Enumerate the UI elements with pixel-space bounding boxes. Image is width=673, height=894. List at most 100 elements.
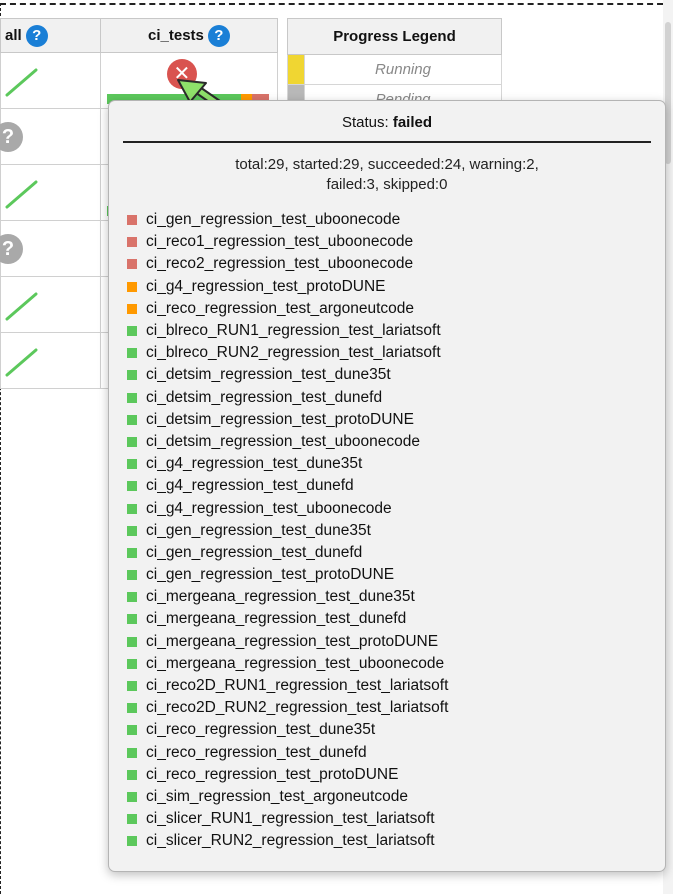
status-square-icon — [127, 836, 137, 847]
test-name: ci_reco1_regression_test_uboonecode — [146, 233, 414, 251]
cell-all[interactable] — [0, 332, 101, 389]
cell-all[interactable]: ? — [0, 220, 101, 277]
cell-all[interactable] — [0, 164, 101, 221]
test-name: ci_gen_regression_test_dunefd — [146, 543, 363, 561]
test-name: ci_reco2D_RUN1_regression_test_lariatsof… — [146, 677, 449, 695]
test-list-item: ci_mergeana_regression_test_uboonecode — [127, 653, 665, 675]
status-square-icon — [127, 547, 137, 558]
test-name: ci_reco_regression_test_dunefd — [146, 743, 367, 761]
test-name: ci_blreco_RUN1_regression_test_lariatsof… — [146, 322, 441, 340]
test-name: ci_reco2_regression_test_uboonecode — [146, 255, 414, 273]
status-square-icon — [127, 658, 137, 669]
legend-row: Running — [287, 54, 502, 85]
check-icon — [5, 68, 38, 97]
test-list-item: ci_gen_regression_test_protoDUNE — [127, 564, 665, 586]
test-name: ci_detsim_regression_test_protoDUNE — [146, 410, 414, 428]
status-square-icon — [127, 215, 137, 226]
status-square-icon — [127, 614, 137, 625]
test-name: ci_mergeana_regression_test_uboonecode — [146, 654, 445, 672]
test-list-item: ci_mergeana_regression_test_protoDUNE — [127, 631, 665, 653]
test-list-item: ci_g4_regression_test_dunefd — [127, 475, 665, 497]
tooltip-summary: total:29, started:29, succeeded:24, warn… — [109, 155, 665, 195]
test-name: ci_gen_regression_test_protoDUNE — [146, 566, 395, 584]
test-name: ci_sim_regression_test_argoneutcode — [146, 787, 408, 805]
check-icon — [5, 348, 38, 377]
test-name: ci_reco_regression_test_argoneutcode — [146, 299, 414, 317]
page-dashed-border-top — [0, 3, 673, 5]
test-name: ci_g4_regression_test_protoDUNE — [146, 277, 386, 295]
test-list-item: ci_mergeana_regression_test_dunefd — [127, 608, 665, 630]
status-square-icon — [127, 281, 137, 292]
column-label-ci-tests: ci_tests — [148, 27, 204, 44]
test-list-item: ci_g4_regression_test_dune35t — [127, 453, 665, 475]
status-square-icon — [127, 436, 137, 447]
column-header-ci-tests[interactable]: ci_tests ? — [99, 18, 279, 53]
test-name: ci_detsim_regression_test_uboonecode — [146, 432, 421, 450]
status-square-icon — [127, 570, 137, 581]
status-square-icon — [127, 370, 137, 381]
test-list-item: ci_slicer_RUN2_regression_test_lariatsof… — [127, 830, 665, 852]
test-list-item: ci_detsim_regression_test_uboonecode — [127, 431, 665, 453]
status-square-icon — [127, 481, 137, 492]
test-list-item: ci_g4_regression_test_protoDUNE — [127, 276, 665, 298]
test-name: ci_blreco_RUN2_regression_test_lariatsof… — [146, 344, 441, 362]
test-name: ci_slicer_RUN2_regression_test_lariatsof… — [146, 832, 435, 850]
status-square-icon — [127, 791, 137, 802]
test-list-item: ci_gen_regression_test_dunefd — [127, 542, 665, 564]
test-list-item: ci_g4_regression_test_uboonecode — [127, 497, 665, 519]
test-list-item: ci_reco_regression_test_argoneutcode — [127, 298, 665, 320]
test-name: ci_gen_regression_test_dune35t — [146, 521, 371, 539]
column-header-all[interactable]: all ? — [0, 18, 101, 53]
test-name: ci_slicer_RUN1_regression_test_lariatsof… — [146, 810, 435, 828]
test-list-item: ci_reco_regression_test_protoDUNE — [127, 764, 665, 786]
status-tooltip: Status: failed total:29, started:29, suc… — [108, 100, 666, 872]
tooltip-title: Status: failed — [109, 114, 665, 131]
status-square-icon — [127, 769, 137, 780]
help-icon[interactable]: ? — [207, 24, 230, 47]
test-list: ci_gen_regression_test_uboonecode ci_reco… — [127, 209, 665, 852]
help-icon[interactable]: ? — [25, 24, 48, 47]
status-square-icon — [127, 814, 137, 825]
check-icon — [5, 180, 38, 209]
test-list-item: ci_detsim_regression_test_protoDUNE — [127, 409, 665, 431]
summary-line-1: total:29, started:29, succeeded:24, warn… — [235, 156, 539, 173]
status-square-icon — [127, 703, 137, 714]
test-list-item: ci_blreco_RUN1_regression_test_lariatsof… — [127, 320, 665, 342]
legend-label: Running — [304, 54, 502, 85]
cell-all[interactable]: ? — [0, 108, 101, 165]
test-list-item: ci_detsim_regression_test_dune35t — [127, 364, 665, 386]
test-list-item: ci_mergeana_regression_test_dune35t — [127, 586, 665, 608]
status-value: failed — [392, 114, 433, 131]
test-name: ci_reco_regression_test_dune35t — [146, 721, 376, 739]
test-name: ci_mergeana_regression_test_protoDUNE — [146, 632, 439, 650]
status-square-icon — [127, 592, 137, 603]
cell-all[interactable] — [0, 52, 101, 109]
test-list-item: ci_reco2D_RUN2_regression_test_lariatsof… — [127, 697, 665, 719]
tooltip-divider — [123, 141, 651, 143]
test-name: ci_g4_regression_test_dune35t — [146, 455, 363, 473]
test-name: ci_g4_regression_test_dunefd — [146, 477, 354, 495]
status-square-icon — [127, 303, 137, 314]
status-square-icon — [127, 503, 137, 514]
test-list-item: ci_reco_regression_test_dune35t — [127, 719, 665, 741]
status-square-icon — [127, 392, 137, 403]
test-list-item: ci_gen_regression_test_uboonecode — [127, 209, 665, 231]
cell-all[interactable] — [0, 276, 101, 333]
test-name: ci_detsim_regression_test_dunefd — [146, 388, 383, 406]
test-list-item: ci_reco_regression_test_dunefd — [127, 742, 665, 764]
status-square-icon — [127, 259, 137, 270]
status-square-icon — [127, 681, 137, 692]
status-square-icon — [127, 747, 137, 758]
column-label-all: all — [5, 27, 22, 44]
status-square-icon — [127, 414, 137, 425]
test-list-item: ci_gen_regression_test_dune35t — [127, 520, 665, 542]
unknown-status-icon: ? — [0, 122, 23, 152]
legend-title: Progress Legend — [287, 18, 502, 55]
test-list-item: ci_detsim_regression_test_dunefd — [127, 387, 665, 409]
status-label: Status: — [341, 114, 393, 131]
status-square-icon — [127, 636, 137, 647]
test-name: ci_g4_regression_test_uboonecode — [146, 499, 392, 517]
summary-line-2: failed:3, skipped:0 — [326, 176, 448, 193]
test-list-item: ci_reco2D_RUN1_regression_test_lariatsof… — [127, 675, 665, 697]
test-name: ci_mergeana_regression_test_dune35t — [146, 588, 415, 606]
